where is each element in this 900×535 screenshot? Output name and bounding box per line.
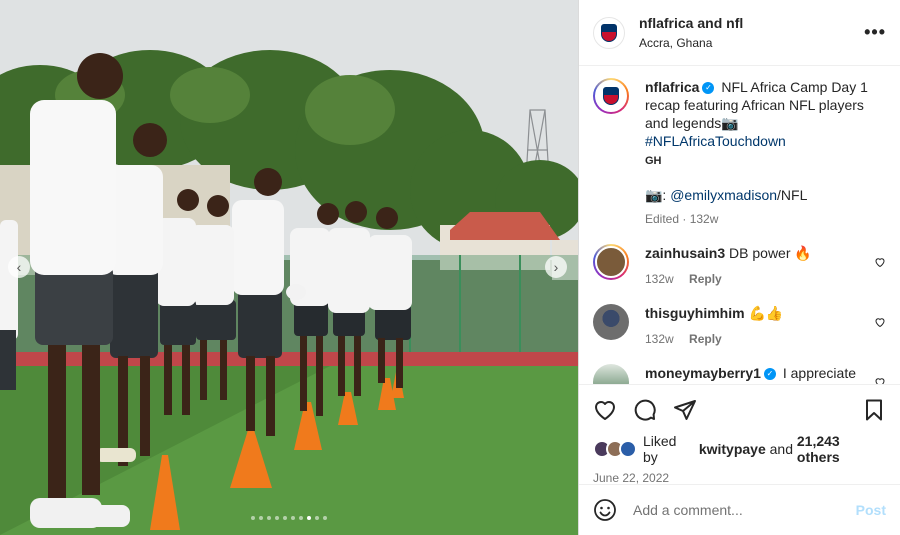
account-avatar[interactable]	[593, 16, 625, 49]
header-accounts: nflafrica and nfl	[639, 15, 743, 31]
caption-avatar[interactable]	[593, 78, 629, 114]
likes-others-link[interactable]: 21,243 others	[797, 433, 886, 465]
more-horizontal-icon[interactable]: •••	[864, 22, 886, 43]
photo-football-camp	[0, 0, 578, 535]
like-heart-icon[interactable]	[593, 398, 617, 422]
likes-joiner: and	[769, 441, 793, 457]
post-actions: Liked by kwitypaye and 21,243 others Jun…	[579, 384, 900, 534]
comments-list[interactable]: nflafrica ✓ NFL Africa Camp Day 1 recap f…	[579, 66, 900, 384]
instagram-post: ‹ › nflafrica and nfl Accra, Ghana ••• n…	[0, 0, 900, 535]
credit-emoji: 📷:	[645, 187, 667, 203]
comment-avatar[interactable]	[593, 364, 629, 384]
comment-body: moneymayberry1 ✓ I appreciate	[645, 364, 867, 384]
post-comment-button[interactable]: Post	[856, 502, 886, 518]
comment-body: zainhusain3 DB power 🔥 132w Reply	[645, 244, 867, 288]
comment-meta: 132w Reply	[645, 270, 867, 288]
caption-body: nflafrica ✓ NFL Africa Camp Day 1 recap f…	[645, 78, 881, 228]
carousel-dot	[307, 516, 311, 520]
carousel-dot	[267, 516, 271, 520]
caption-username[interactable]: nflafrica	[645, 79, 699, 95]
emoji-smiley-icon[interactable]	[593, 498, 617, 522]
carousel-dot	[251, 516, 255, 520]
post-details: nflafrica and nfl Accra, Ghana ••• nflaf…	[578, 0, 900, 535]
likes-prefix: Liked by	[643, 433, 677, 465]
carousel-dot	[323, 516, 327, 520]
header-joiner: and	[697, 15, 723, 31]
save-bookmark-icon[interactable]	[862, 398, 886, 422]
next-slide-button[interactable]: ›	[545, 256, 567, 278]
like-comment-heart-icon[interactable]	[874, 256, 886, 268]
like-comment-heart-icon[interactable]	[874, 316, 886, 328]
comment-username[interactable]: zainhusain3	[645, 245, 725, 261]
comment-text: I appreciate	[782, 365, 857, 381]
comment-age: 132w	[645, 272, 674, 286]
credit-suffix: /NFL	[777, 187, 808, 203]
caption: nflafrica ✓ NFL Africa Camp Day 1 recap f…	[593, 78, 886, 228]
chevron-right-icon: ›	[553, 259, 559, 275]
header-text: nflafrica and nfl Accra, Ghana	[639, 15, 743, 50]
carousel-dot	[259, 516, 263, 520]
camera-emoji: 📷	[721, 115, 739, 131]
liker-avatars	[593, 440, 637, 458]
comment-body: thisguyhimhim 💪👍 132w Reply	[645, 304, 867, 348]
comment-text: 💪👍	[748, 305, 784, 321]
hashtag-link[interactable]: #NFLAfricaTouchdown	[645, 133, 786, 149]
chevron-left-icon: ‹	[16, 259, 22, 275]
nfl-shield-icon	[601, 23, 617, 42]
nfl-shield-icon	[603, 87, 619, 105]
verified-badge-icon: ✓	[702, 82, 715, 95]
photo-credit: 📷: @emilyxmadison/NFL	[645, 186, 881, 204]
comment-item: moneymayberry1 ✓ I appreciate	[593, 364, 886, 384]
comment-username[interactable]: thisguyhimhim	[645, 305, 745, 321]
comment-meta: 132w Reply	[645, 330, 867, 348]
post-header: nflafrica and nfl Accra, Ghana •••	[579, 0, 900, 66]
comment-bubble-icon[interactable]	[633, 398, 657, 422]
post-date[interactable]: June 22, 2022	[593, 471, 886, 485]
verified-badge-icon: ✓	[763, 368, 776, 381]
comment-item: zainhusain3 DB power 🔥 132w Reply	[593, 244, 886, 288]
carousel-indicator	[0, 516, 578, 520]
comment-text: DB power 🔥	[729, 245, 812, 261]
carousel-dot	[291, 516, 295, 520]
share-paper-plane-icon[interactable]	[673, 398, 697, 422]
comment-username[interactable]: moneymayberry1	[645, 365, 761, 381]
carousel-dot	[315, 516, 319, 520]
account-link[interactable]: nflafrica	[639, 15, 693, 31]
carousel-dot	[283, 516, 287, 520]
previous-slide-button[interactable]: ‹	[8, 256, 30, 278]
location-link[interactable]: Accra, Ghana	[639, 36, 743, 50]
reply-button[interactable]: Reply	[689, 272, 722, 286]
edited-timestamp: Edited · 132w	[645, 212, 719, 226]
add-comment-bar: Post	[579, 484, 900, 534]
like-comment-heart-icon[interactable]	[874, 376, 886, 384]
post-media[interactable]: ‹ ›	[0, 0, 578, 535]
collaborator-link[interactable]: nfl	[726, 15, 743, 31]
liker-username-link[interactable]: kwitypaye	[699, 441, 766, 457]
comment-age: 132w	[645, 332, 674, 346]
liker-avatar	[619, 440, 637, 458]
comment-item: thisguyhimhim 💪👍 132w Reply	[593, 304, 886, 348]
carousel-dot	[299, 516, 303, 520]
action-bar	[593, 395, 886, 425]
reply-button[interactable]: Reply	[689, 332, 722, 346]
credit-handle-link[interactable]: @emilyxmadison	[670, 187, 777, 203]
carousel-dot	[275, 516, 279, 520]
caption-region: GH	[645, 155, 662, 167]
comment-avatar[interactable]	[593, 244, 629, 280]
likes-summary[interactable]: Liked by kwitypaye and 21,243 others	[593, 433, 886, 465]
comment-input[interactable]	[633, 501, 856, 518]
comment-avatar[interactable]	[593, 304, 629, 340]
